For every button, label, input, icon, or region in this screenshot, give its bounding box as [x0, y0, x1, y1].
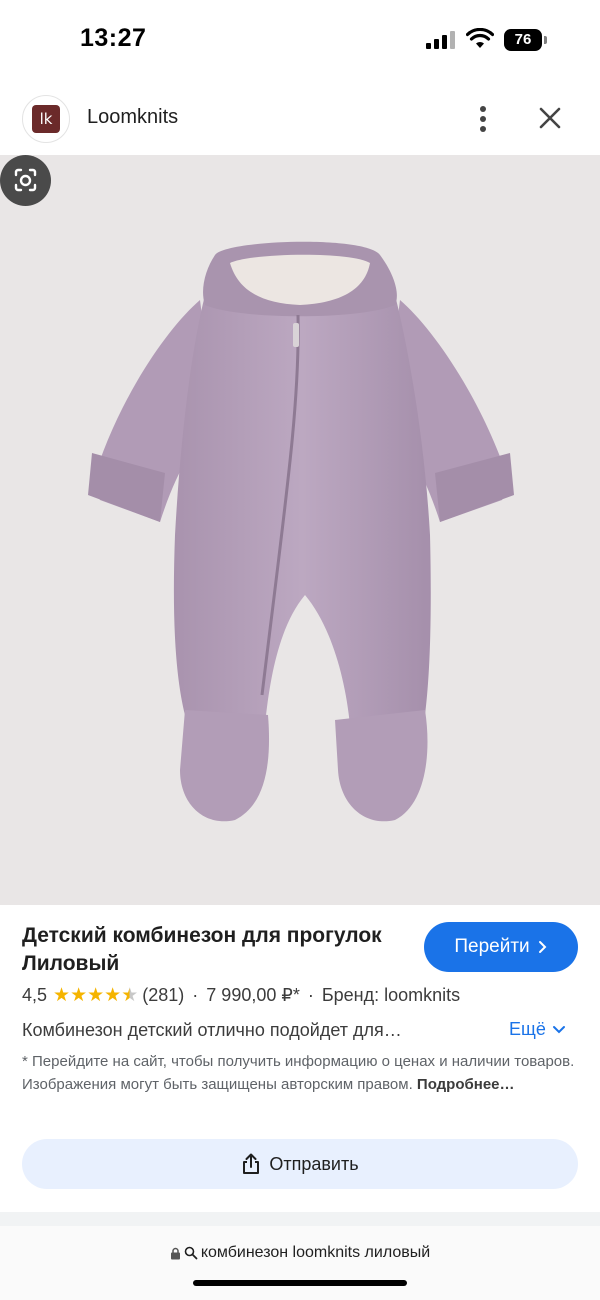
- share-button[interactable]: Отправить: [22, 1139, 578, 1189]
- share-label: Отправить: [269, 1153, 359, 1174]
- share-icon: [243, 1153, 260, 1174]
- divider: [0, 1212, 600, 1226]
- learn-more-link[interactable]: Подробнее…: [417, 1076, 515, 1093]
- product-image[interactable]: [0, 155, 600, 905]
- description-row: Комбинезон детский отлично подойдет для……: [22, 1018, 578, 1044]
- disclaimer: * Перейдите на сайт, чтобы получить инфо…: [22, 1050, 578, 1096]
- product-title[interactable]: Детский комбинезон для прогулок Лиловый: [22, 922, 412, 978]
- battery-icon: 76: [504, 29, 548, 51]
- star-icon: ★: [104, 984, 122, 1006]
- brand: Бренд: loomknits: [321, 985, 461, 1005]
- lens-icon[interactable]: [0, 155, 51, 206]
- price: 7 990,00 ₽*: [206, 985, 300, 1005]
- rating-stars: ★ ★ ★ ★ ★: [53, 984, 139, 1006]
- rating-row: 4,5 ★ ★ ★ ★ ★ (281) · 7 990,00 ₽* · Брен…: [22, 984, 461, 1006]
- lock-icon: [170, 1247, 180, 1259]
- url-bar[interactable]: комбинезон loomknits лиловый: [0, 1226, 600, 1300]
- battery-level: 76: [504, 29, 542, 51]
- chevron-down-icon: [552, 1025, 565, 1033]
- star-icon: ★: [53, 984, 71, 1006]
- star-icon: ★: [87, 984, 105, 1006]
- site-logo[interactable]: lk: [22, 95, 70, 143]
- chevron-right-icon: [538, 941, 547, 953]
- go-button[interactable]: Перейти: [424, 922, 578, 972]
- signal-icon: [426, 31, 456, 49]
- status-bar: 13:27 76: [0, 0, 600, 80]
- wifi-icon: [466, 28, 494, 48]
- star-icon: ★: [70, 984, 88, 1006]
- review-count: (281): [142, 985, 185, 1005]
- site-name[interactable]: Loomknits: [87, 106, 178, 129]
- site-logo-text: lk: [32, 105, 60, 133]
- snowsuit-illustration: [88, 241, 514, 822]
- status-time: 13:27: [80, 24, 147, 52]
- more-vert-icon[interactable]: [466, 100, 500, 138]
- home-indicator[interactable]: [193, 1280, 407, 1286]
- rating-value: 4,5: [22, 985, 48, 1005]
- more-label: Ещё: [509, 1019, 546, 1039]
- star-half-icon: ★: [121, 984, 139, 1006]
- go-button-label: Перейти: [454, 936, 530, 957]
- more-button[interactable]: Ещё: [509, 1019, 566, 1040]
- search-icon: [184, 1246, 198, 1260]
- url-query: комбинезон loomknits лиловый: [200, 1244, 431, 1261]
- description: Комбинезон детский отлично подойдет для…: [22, 1020, 402, 1040]
- close-icon[interactable]: [532, 100, 568, 136]
- header: lk Loomknits: [0, 90, 600, 148]
